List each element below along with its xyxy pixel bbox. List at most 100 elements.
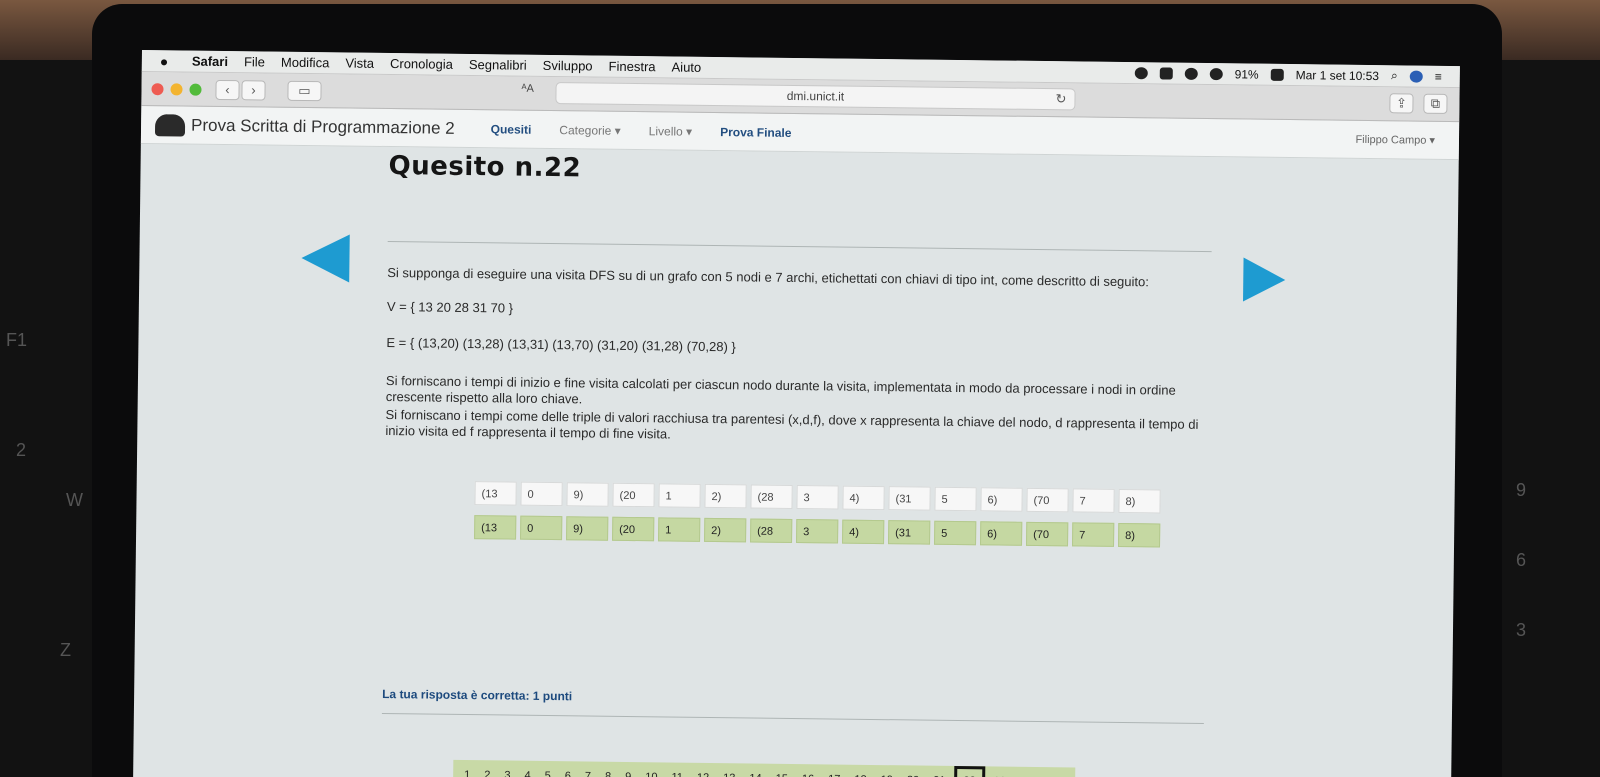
tabs-overview-icon[interactable]: ⧉: [1423, 93, 1448, 114]
answer-input[interactable]: (70: [1026, 487, 1069, 513]
app-tray-icon[interactable]: [1159, 66, 1173, 80]
page-link[interactable]: 3: [497, 760, 517, 777]
page-link[interactable]: 14: [742, 763, 769, 777]
edges-set: E = { (13,20) (13,28) (13,31) (13,70) (3…: [386, 335, 736, 355]
sidebar-toggle-icon[interactable]: ▭: [287, 80, 322, 101]
vertices-set: V = { 13 20 28 31 70 }: [386, 299, 514, 316]
answer-input[interactable]: 7: [1072, 488, 1115, 513]
menu-cronologia[interactable]: Cronologia: [390, 56, 453, 72]
page-link-current[interactable]: 22: [954, 765, 985, 777]
page-link[interactable]: 23: [986, 766, 1013, 777]
question-pager: 1 2 3 4 5 6 7 8 9 10 11 12 13 14 15 16 1…: [452, 759, 1076, 777]
close-window-button[interactable]: [151, 82, 164, 95]
page-link[interactable]: 21: [926, 766, 953, 777]
nav-prova-finale[interactable]: Prova Finale: [720, 125, 792, 140]
laptop-screen: ● Safari File Modifica Vista Cronologia …: [133, 50, 1460, 777]
page-link[interactable]: 5: [537, 761, 557, 777]
key-w: W: [66, 490, 83, 510]
menu-sviluppo[interactable]: Sviluppo: [543, 58, 593, 74]
page-link[interactable]: 8: [598, 762, 618, 777]
answer-input[interactable]: 9): [566, 482, 609, 507]
page-link[interactable]: 15: [769, 764, 796, 777]
divider-top: [387, 241, 1212, 253]
key-f1: F1: [6, 330, 28, 350]
page-link[interactable]: 4: [517, 761, 537, 777]
page-link[interactable]: 11: [664, 762, 690, 777]
reader-mode-button[interactable]: ᴬA: [521, 83, 533, 95]
site-logo[interactable]: [154, 113, 186, 137]
page-link[interactable]: 13: [716, 763, 743, 777]
answer-input-row: (13 0 9) (20 1 2) (28 3 4) (31 5 6) (70 …: [474, 481, 1161, 514]
answer-input[interactable]: 1: [658, 483, 701, 508]
menu-file[interactable]: File: [244, 54, 265, 69]
clock[interactable]: Mar 1 set 10:53: [1296, 68, 1380, 83]
keyboard-right: 9 6 3: [1500, 60, 1600, 777]
answer-input[interactable]: (13: [474, 481, 517, 506]
page-link[interactable]: 12: [690, 763, 717, 777]
menu-vista[interactable]: Vista: [345, 55, 374, 70]
notification-center-icon[interactable]: ≡: [1435, 69, 1442, 83]
answer-input[interactable]: (31: [888, 486, 931, 511]
battery-percent[interactable]: 91%: [1235, 67, 1259, 81]
answer-input[interactable]: 0: [520, 481, 563, 507]
spotlight-icon[interactable]: ⌕: [1391, 68, 1398, 83]
bluetooth-icon[interactable]: [1184, 67, 1198, 80]
page-link[interactable]: 19: [873, 765, 900, 777]
answer-input[interactable]: (28: [750, 484, 793, 509]
page-link[interactable]: 1: [457, 760, 477, 777]
site-brand[interactable]: Prova Scritta di Programmazione 2: [191, 115, 455, 138]
status-tray: 91% Mar 1 set 10:53 ⌕ ≡: [1134, 65, 1460, 84]
answer-cell: (28: [750, 518, 793, 543]
keyboard-left: F1 2 W Z: [0, 60, 100, 777]
next-question-arrow-icon[interactable]: [1243, 257, 1286, 302]
answer-input[interactable]: (20: [612, 482, 655, 508]
answer-cell: (13: [474, 515, 517, 540]
nav-livello[interactable]: Livello ▾: [649, 124, 693, 139]
nav-categorie[interactable]: Categorie ▾: [559, 123, 621, 138]
answer-input[interactable]: 6): [980, 487, 1023, 512]
reload-icon[interactable]: ↻: [1055, 89, 1066, 109]
page-link[interactable]: 2: [477, 760, 497, 777]
key-9: 9: [1516, 480, 1527, 500]
nav-quesiti[interactable]: Quesiti: [491, 122, 532, 136]
user-menu[interactable]: Filippo Campo ▾: [1355, 133, 1435, 147]
answer-input[interactable]: 2): [704, 483, 747, 509]
answer-input[interactable]: 4): [842, 485, 885, 511]
forward-button[interactable]: ›: [241, 79, 266, 101]
answer-input[interactable]: 8): [1118, 488, 1161, 514]
menu-modifica[interactable]: Modifica: [281, 55, 330, 71]
page-link[interactable]: 20: [900, 765, 927, 777]
wifi-icon[interactable]: [1209, 67, 1223, 80]
answer-input[interactable]: 5: [934, 486, 977, 512]
page-link[interactable]: 7: [578, 761, 598, 777]
menu-app[interactable]: Safari: [192, 54, 228, 69]
page-link[interactable]: 9: [618, 762, 638, 777]
menu-aiuto[interactable]: Aiuto: [671, 59, 701, 74]
page-link[interactable]: 25: [1039, 767, 1066, 777]
menu-finestra[interactable]: Finestra: [609, 59, 656, 75]
share-icon[interactable]: ⇪: [1389, 93, 1414, 114]
page-link[interactable]: 17: [821, 764, 848, 777]
address-bar[interactable]: dmi.unict.it ↻: [555, 82, 1076, 111]
apple-icon[interactable]: ●: [160, 53, 174, 69]
result-message: La tua risposta è corretta: 1 punti: [382, 686, 573, 704]
answer-cell: (70: [1026, 521, 1069, 547]
minimize-window-button[interactable]: [170, 82, 183, 95]
page-link[interactable]: 10: [638, 762, 665, 777]
answer-cell: 0: [520, 515, 563, 541]
siri-icon[interactable]: [1409, 69, 1423, 83]
answer-cell: 3: [796, 519, 839, 544]
page-link[interactable]: 24: [1013, 767, 1040, 777]
battery-icon[interactable]: [1270, 68, 1284, 81]
zoom-window-button[interactable]: [189, 83, 202, 96]
answer-cell: 8): [1118, 522, 1161, 548]
dropbox-icon[interactable]: [1134, 66, 1148, 79]
back-button[interactable]: ‹: [215, 79, 240, 100]
page-link[interactable]: 16: [795, 764, 822, 777]
answer-input[interactable]: 3: [796, 485, 839, 510]
page-link[interactable]: 6: [558, 761, 578, 777]
menu-segnalibri[interactable]: Segnalibri: [469, 57, 527, 73]
previous-question-arrow-icon[interactable]: [301, 233, 350, 283]
url-text: dmi.unict.it: [786, 88, 845, 104]
page-link[interactable]: 18: [847, 765, 874, 777]
